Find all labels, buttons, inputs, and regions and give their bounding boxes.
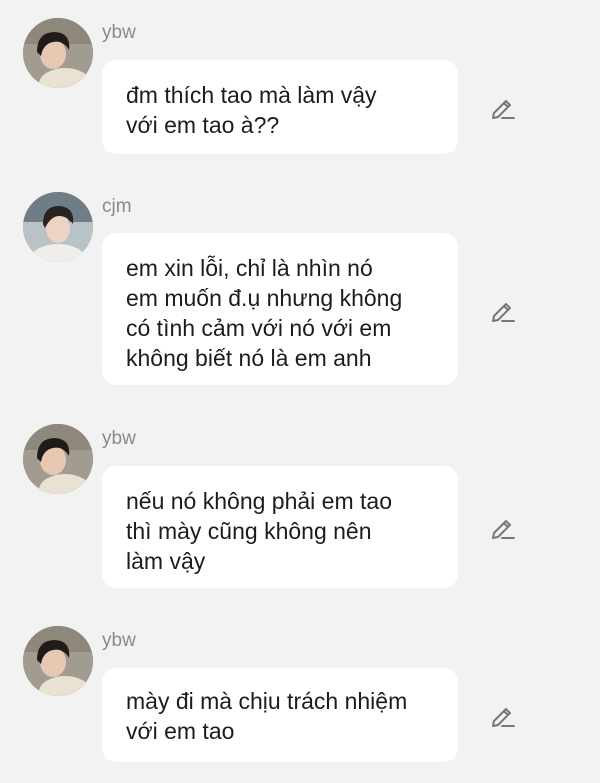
message-text: mày đi mà chịu trách nhiệm với em tao [126,688,408,744]
message-text: em xin lỗi, chỉ là nhìn nó em muốn đ.ụ n… [126,255,403,371]
username: ybw [102,630,136,651]
avatar-ybw[interactable] [23,424,93,494]
message-text: nếu nó không phải em tao thì mày cũng kh… [126,488,392,574]
username: ybw [102,428,136,449]
message-bubble[interactable]: nếu nó không phải em tao thì mày cũng kh… [102,466,458,588]
pencil-icon[interactable] [490,297,516,323]
username: ybw [102,22,136,43]
avatar-ybw[interactable] [23,626,93,696]
pencil-icon[interactable] [490,514,516,540]
username: cjm [102,196,132,217]
message-text: đm thích tao mà làm vậy với em tao à?? [126,82,377,138]
message-bubble[interactable]: đm thích tao mà làm vậy với em tao à?? [102,60,458,154]
pencil-icon[interactable] [490,94,516,120]
message-bubble[interactable]: em xin lỗi, chỉ là nhìn nó em muốn đ.ụ n… [102,233,458,385]
message-bubble[interactable]: mày đi mà chịu trách nhiệm với em tao [102,668,458,762]
avatar-ybw[interactable] [23,18,93,88]
pencil-icon[interactable] [490,702,516,728]
avatar-cjm[interactable] [23,192,93,262]
